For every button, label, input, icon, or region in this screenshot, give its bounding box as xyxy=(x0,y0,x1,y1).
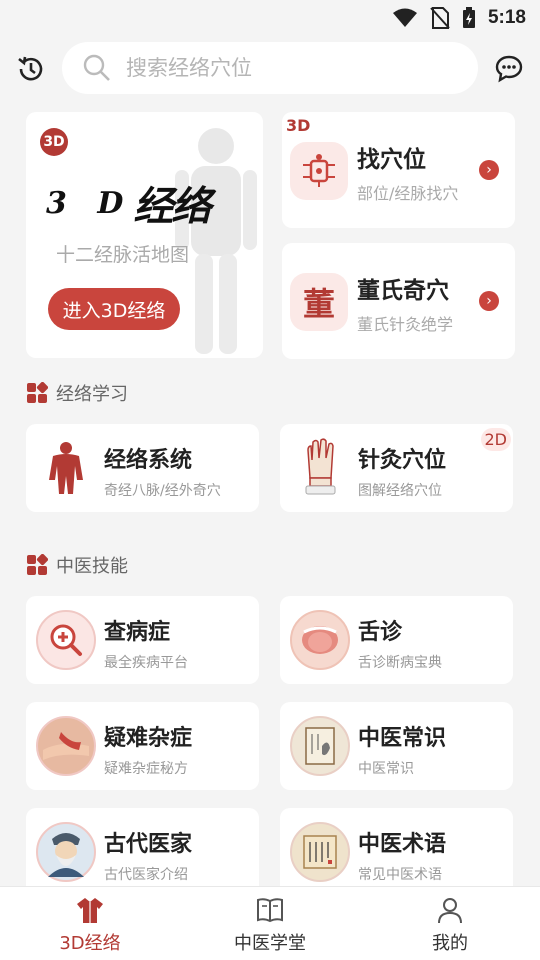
dong-char: 董 xyxy=(302,285,335,323)
nav-label: 我的 xyxy=(432,933,468,954)
section-skills-header: 中医技能 xyxy=(26,552,128,578)
status-time: 5:18 xyxy=(487,7,526,28)
ancient-doctors-card[interactable]: 古代医家 古代医家介绍 xyxy=(26,808,259,896)
card-title: 舌诊 xyxy=(358,620,403,645)
nav-3d-meridian[interactable]: 3D经络 xyxy=(0,887,180,960)
robe-icon xyxy=(77,898,103,923)
acupuncture-points-card[interactable]: 2D 针灸穴位 图解经络穴位 xyxy=(280,424,513,512)
nav-label: 3D经络 xyxy=(59,933,121,954)
tongue-icon xyxy=(290,610,350,670)
card-subtitle: 常见中医术语 xyxy=(358,867,442,883)
difficult-disease-card[interactable]: 疑难杂症 疑难杂症秘方 xyxy=(26,702,259,790)
enter-3d-button[interactable]: 进入3D经络 xyxy=(48,288,180,330)
nav-label: 中医学堂 xyxy=(234,933,306,954)
tongue-diagnosis-card[interactable]: 舌诊 舌诊断病宝典 xyxy=(280,596,513,684)
3d-badge: 3D xyxy=(40,128,68,156)
grid-icon xyxy=(27,382,48,403)
message-button[interactable] xyxy=(492,52,526,86)
dong-acupoint-card[interactable]: 董 董氏奇穴 董氏针灸绝学 › xyxy=(282,243,515,359)
card-subtitle: 奇经八脉/经外奇穴 xyxy=(104,483,221,499)
card-title: 疑难杂症 xyxy=(104,726,193,751)
card-subtitle: 最全疾病平台 xyxy=(104,655,188,671)
card-title: 董氏奇穴 xyxy=(357,278,449,304)
search-input[interactable] xyxy=(126,56,446,80)
card-subtitle: 图解经络穴位 xyxy=(358,483,442,499)
card-subtitle: 中医常识 xyxy=(358,761,414,777)
tcm-terms-card[interactable]: 中医术语 常见中医术语 xyxy=(280,808,513,896)
logo-main: 经络 xyxy=(133,183,211,230)
sage-portrait-icon xyxy=(36,822,96,882)
card-title: 查病症 xyxy=(104,620,171,645)
scroll-painting-icon xyxy=(290,716,350,776)
body-figure-image xyxy=(175,128,257,354)
chevron-right-icon[interactable]: › xyxy=(479,291,499,311)
card-subtitle: 古代医家介绍 xyxy=(104,867,188,883)
magnifier-plus-icon xyxy=(36,610,96,670)
card-title: 古代医家 xyxy=(104,832,193,857)
card-title: 中医常识 xyxy=(358,726,447,751)
section-title: 经络学习 xyxy=(56,384,128,405)
3d-meridian-card[interactable]: 3D 3 D 经络 十二经脉活地图 进入3D经络 xyxy=(26,112,263,358)
hero-subtitle: 十二经脉活地图 xyxy=(56,244,190,266)
nav-mine[interactable]: 我的 xyxy=(360,887,540,960)
card-title: 找穴位 xyxy=(357,147,426,173)
search-bar[interactable] xyxy=(62,42,478,94)
card-subtitle: 疑难杂症秘方 xyxy=(104,761,188,777)
muscle-body-icon xyxy=(36,438,96,498)
person-icon xyxy=(438,898,462,924)
hand-icon xyxy=(290,438,350,498)
card-subtitle: 董氏针灸绝学 xyxy=(357,315,454,334)
nav-tcm-school[interactable]: 中医学堂 xyxy=(180,887,360,960)
section-study-header: 经络学习 xyxy=(26,380,128,406)
dong-icon: 董 xyxy=(290,273,348,331)
book-icon xyxy=(257,898,283,923)
card-subtitle: 部位/经脉找穴 xyxy=(357,184,459,203)
check-disease-card[interactable]: 查病症 最全疾病平台 xyxy=(26,596,259,684)
history-button[interactable] xyxy=(14,52,48,86)
bottom-nav: 3D经络 中医学堂 我的 xyxy=(0,886,540,960)
search-icon xyxy=(83,54,110,81)
section-title: 中医技能 xyxy=(56,556,128,577)
status-bar: 5:18 xyxy=(0,0,540,36)
3d-meridian-logo: 3 D 经络 xyxy=(46,174,211,232)
card-title: 经络系统 xyxy=(104,448,193,473)
chat-bubble-icon xyxy=(495,55,523,83)
calligraphy-scroll-icon xyxy=(290,822,350,882)
no-sim-icon xyxy=(430,7,450,29)
wifi-icon xyxy=(392,8,417,27)
3d-badge: 3D xyxy=(286,116,311,135)
logo-prefix: 3 D xyxy=(46,185,134,221)
chevron-right-icon[interactable]: › xyxy=(479,160,499,180)
header xyxy=(0,42,540,96)
tcm-knowledge-card[interactable]: 中医常识 中医常识 xyxy=(280,702,513,790)
grid-icon xyxy=(27,554,48,575)
2d-badge: 2D xyxy=(480,428,511,451)
meridian-system-card[interactable]: 经络系统 奇经八脉/经外奇穴 xyxy=(26,424,259,512)
card-title: 中医术语 xyxy=(358,832,447,857)
card-title: 针灸穴位 xyxy=(358,448,447,473)
history-icon xyxy=(18,56,43,81)
card-subtitle: 舌诊断病宝典 xyxy=(358,655,442,671)
pulse-hand-icon xyxy=(36,716,96,776)
acupoint-icon xyxy=(290,142,348,200)
battery-charging-icon xyxy=(462,7,475,28)
find-acupoint-card[interactable]: 3D 找穴位 部位/经脉找穴 › xyxy=(282,112,515,228)
